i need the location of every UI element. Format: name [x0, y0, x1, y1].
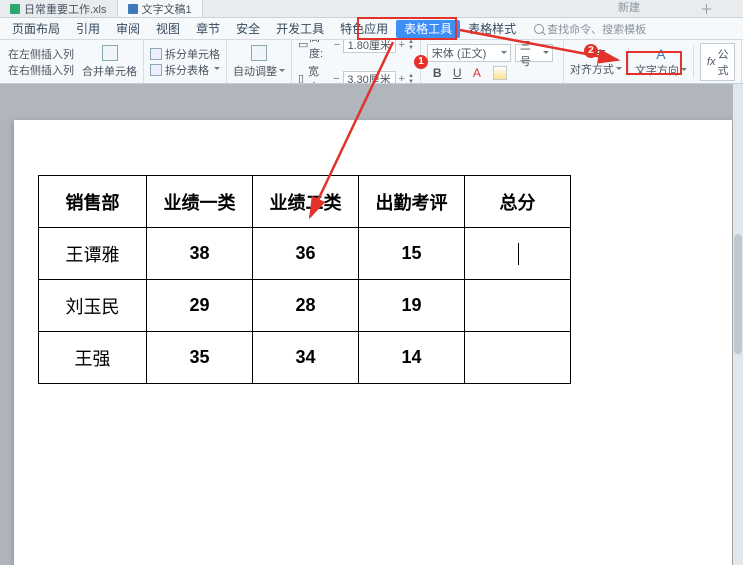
split-table-icon	[150, 64, 162, 76]
ribbon-toolbar: 在左侧插入列 在右侧插入列 合并单元格 拆分单元格 拆分表格 自动调整 ▭ 高度…	[0, 40, 743, 84]
cell-value[interactable]: 38	[147, 228, 253, 280]
width-input[interactable]: 3.30厘米	[343, 71, 396, 85]
cell-name[interactable]: 王谭雅	[39, 228, 147, 280]
highlight-button[interactable]	[493, 66, 507, 80]
formula-label: 公式	[717, 46, 728, 78]
tab-label: 文字文稿1	[142, 1, 192, 17]
cell-total-active[interactable]	[465, 228, 571, 280]
tab-new-label[interactable]: 新建	[618, 0, 640, 18]
autofit-button[interactable]: 自动调整	[233, 63, 285, 79]
menu-review[interactable]: 审阅	[108, 18, 148, 39]
menu-devtools[interactable]: 开发工具	[268, 18, 332, 39]
row-height-icon: ▭	[298, 40, 306, 52]
new-tab-icon[interactable]: ＋	[700, 0, 713, 18]
cell-value[interactable]: 15	[359, 228, 465, 280]
merge-cells-icon	[102, 45, 118, 61]
table-header-row: 销售部 业绩一类 业绩二类 出勤考评 总分	[39, 176, 571, 228]
menu-table-tools[interactable]: 表格工具	[396, 20, 460, 38]
insert-col-right-button[interactable]: 在右侧插入列	[8, 62, 74, 78]
cell-value[interactable]: 28	[253, 280, 359, 332]
insert-col-left-button[interactable]: 在左侧插入列	[8, 46, 74, 62]
callout-badge-2: 2	[584, 44, 598, 58]
document-page[interactable]: 销售部 业绩一类 业绩二类 出勤考评 总分 王谭雅 38 36 15 刘玉民 2…	[14, 120, 732, 565]
fx-icon: fx	[707, 56, 716, 68]
split-cells-button[interactable]: 拆分单元格	[165, 46, 220, 62]
chevron-down-icon	[214, 67, 220, 73]
height-stepper[interactable]: ▲▼	[408, 40, 414, 51]
cell-value[interactable]: 19	[359, 280, 465, 332]
doc-icon	[128, 4, 138, 14]
menu-page-layout[interactable]: 页面布局	[4, 18, 68, 39]
cell-value[interactable]: 29	[147, 280, 253, 332]
font-color-button[interactable]: A	[473, 66, 487, 80]
sales-table[interactable]: 销售部 业绩一类 业绩二类 出勤考评 总分 王谭雅 38 36 15 刘玉民 2…	[38, 175, 571, 384]
dimension-group: ▭ 高度: − 1.80厘米 + ▲▼ ▯ 宽度: − 3.30厘米 + ▲▼	[292, 40, 421, 84]
underline-button[interactable]: U	[453, 66, 467, 80]
width-stepper[interactable]: ▲▼	[408, 73, 414, 85]
cell-value[interactable]: 14	[359, 332, 465, 384]
autofit-icon	[251, 45, 267, 61]
callout-badge-1: 1	[414, 55, 428, 69]
document-viewport: 销售部 业绩一类 业绩二类 出勤考评 总分 王谭雅 38 36 15 刘玉民 2…	[0, 84, 743, 565]
height-label: 高度:	[309, 40, 331, 61]
search-placeholder: 查找命令、搜索模板	[547, 21, 646, 37]
tab-label: 日常重要工作.xls	[24, 1, 107, 17]
col-header[interactable]: 业绩二类	[253, 176, 359, 228]
menu-special[interactable]: 特色应用	[332, 18, 396, 39]
tab-spreadsheet[interactable]: 日常重要工作.xls	[0, 0, 118, 17]
col-header[interactable]: 业绩一类	[147, 176, 253, 228]
height-input[interactable]: 1.80厘米	[343, 40, 395, 53]
scrollbar-vertical[interactable]	[733, 84, 743, 565]
cell-value[interactable]: 36	[253, 228, 359, 280]
table-row: 王强 35 34 14	[39, 332, 571, 384]
font-size-select[interactable]: 三号	[515, 44, 553, 62]
chevron-down-icon	[279, 69, 285, 75]
col-width-icon: ▯	[298, 72, 305, 85]
bold-button[interactable]: B	[433, 66, 447, 80]
sheet-icon	[10, 4, 20, 14]
font-name-select[interactable]: 宋体 (正文)	[427, 44, 511, 62]
formula-button[interactable]: fx 公式	[700, 43, 736, 81]
align-button[interactable]: 对齐方式	[570, 61, 622, 77]
scrollbar-thumb[interactable]	[734, 234, 742, 354]
split-cells-icon	[150, 48, 162, 60]
col-header[interactable]: 出勤考评	[359, 176, 465, 228]
col-header[interactable]: 总分	[465, 176, 571, 228]
menu-reference[interactable]: 引用	[68, 18, 108, 39]
tab-document-active[interactable]: 文字文稿1	[118, 0, 203, 17]
table-row: 王谭雅 38 36 15	[39, 228, 571, 280]
cell-value[interactable]: 35	[147, 332, 253, 384]
width-label: 宽度:	[308, 63, 330, 85]
window-tabstrip: 日常重要工作.xls 文字文稿1 新建 ＋	[0, 0, 743, 18]
menu-table-style[interactable]: 表格样式	[460, 18, 524, 39]
cell-name[interactable]: 刘玉民	[39, 280, 147, 332]
menu-security[interactable]: 安全	[228, 18, 268, 39]
cell-total[interactable]	[465, 332, 571, 384]
chevron-down-icon	[616, 67, 622, 73]
cell-value[interactable]: 34	[253, 332, 359, 384]
menu-view[interactable]: 视图	[148, 18, 188, 39]
table-row: 刘玉民 29 28 19	[39, 280, 571, 332]
text-direction-icon[interactable]: A	[653, 46, 669, 62]
text-direction-button[interactable]: 文字方向	[635, 62, 687, 78]
search-icon	[534, 24, 544, 34]
merge-cells-button[interactable]: 合并单元格	[82, 63, 137, 79]
cell-total[interactable]	[465, 280, 571, 332]
text-direction-group: A 文字方向	[629, 46, 694, 78]
menubar: 页面布局 引用 审阅 视图 章节 安全 开发工具 特色应用 表格工具 表格样式 …	[0, 18, 743, 40]
chevron-down-icon	[681, 68, 687, 74]
search-box[interactable]: 查找命令、搜索模板	[534, 21, 646, 37]
menu-section[interactable]: 章节	[188, 18, 228, 39]
cell-name[interactable]: 王强	[39, 332, 147, 384]
col-header[interactable]: 销售部	[39, 176, 147, 228]
split-table-button[interactable]: 拆分表格	[165, 62, 209, 78]
